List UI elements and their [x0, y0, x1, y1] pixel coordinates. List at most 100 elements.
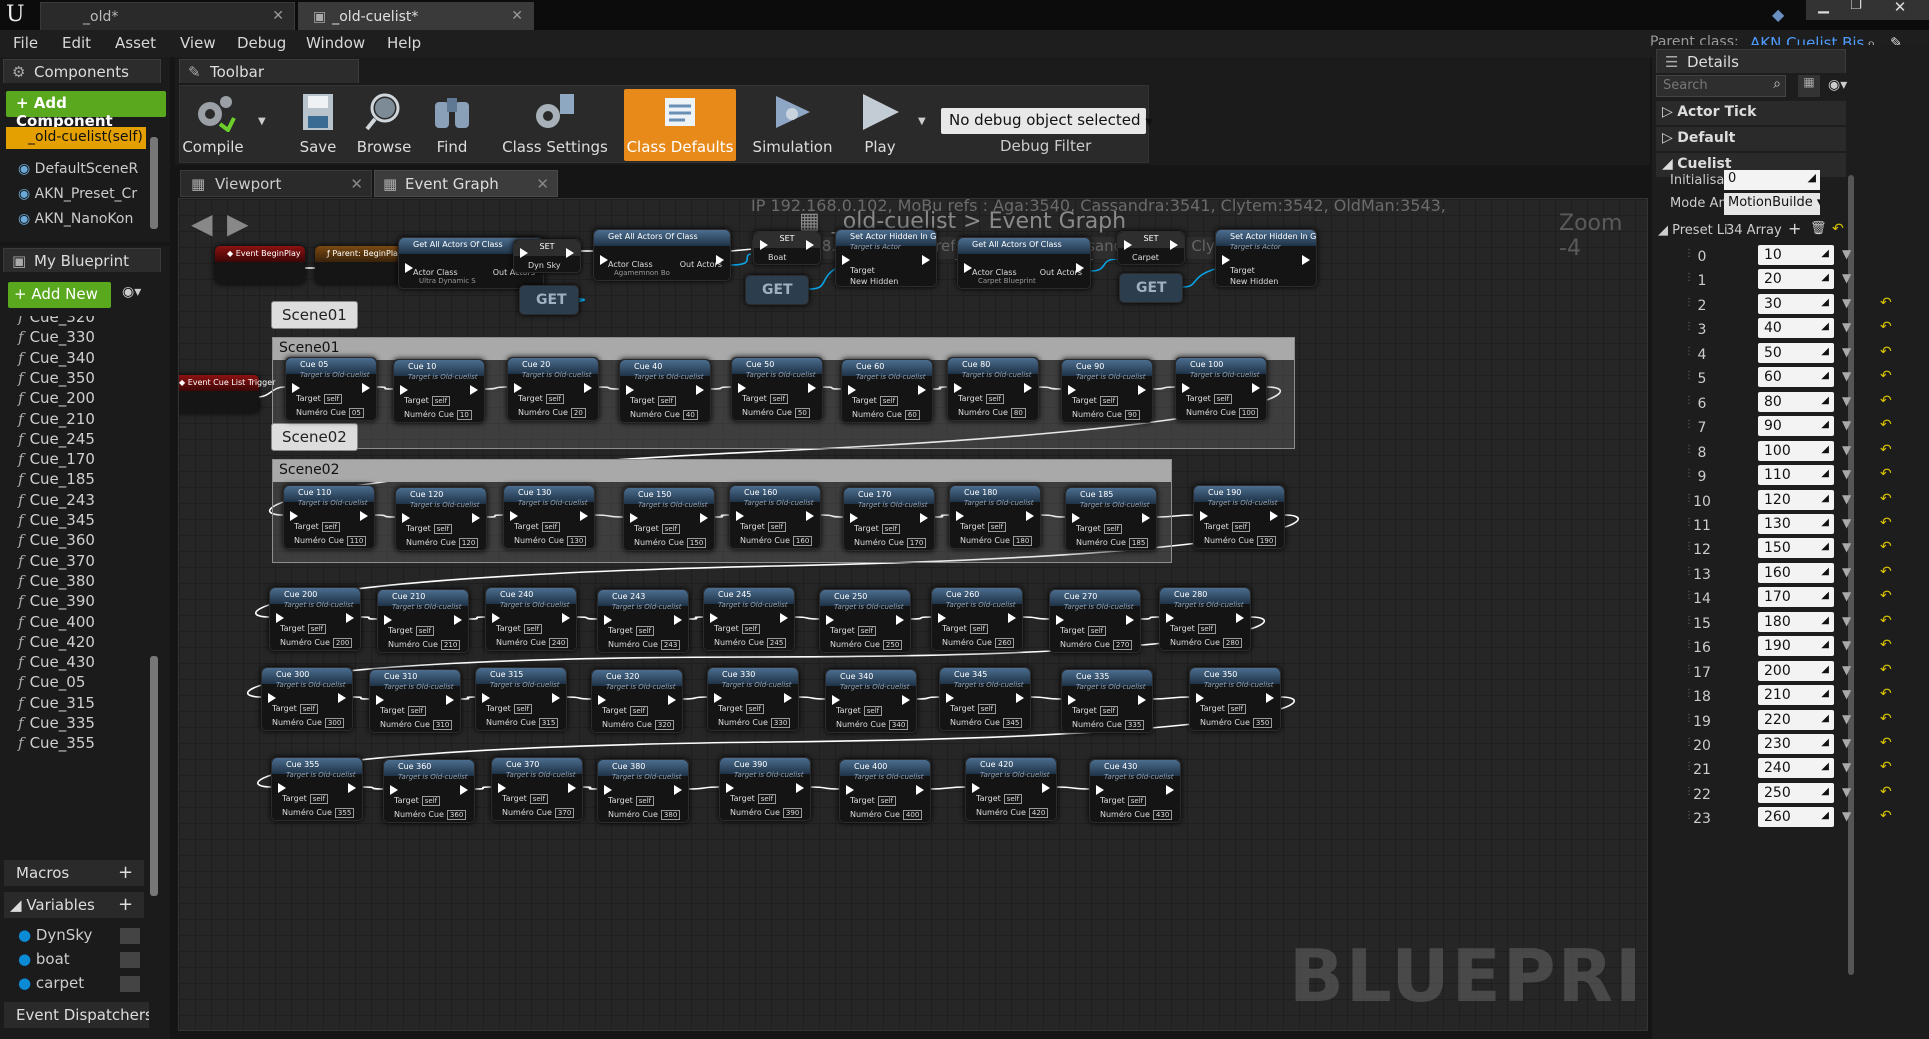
cue-20-node[interactable]: Cue 20 Target is Old-cuelist Target self Num… — [507, 357, 599, 421]
exec-in-pin[interactable] — [390, 785, 398, 795]
reset-icon[interactable]: ↶ — [1880, 613, 1892, 629]
target-pin[interactable]: Target self — [496, 624, 543, 634]
exec-out-pin[interactable] — [920, 513, 928, 523]
preset-element-row[interactable]: ⋮ 21 240 ◢ ▼ ↶ — [1682, 758, 1927, 782]
cue-number-pin[interactable]: Numéro Cue 270 — [1060, 640, 1133, 650]
exec-out-pin[interactable] — [1126, 615, 1134, 625]
cue-number-pin[interactable]: Numéro Cue 90 — [1072, 410, 1140, 420]
cue-number-pin[interactable]: Numéro Cue 120 — [406, 538, 479, 548]
cue-300-node[interactable]: Cue 300 Target is Old-cuelist Target self Nu… — [261, 667, 353, 731]
exec-out-pin[interactable] — [454, 615, 462, 625]
element-value-field[interactable]: 60 ◢ — [1758, 367, 1834, 388]
element-value-field[interactable]: 80 ◢ — [1758, 391, 1834, 412]
cue-380-node[interactable]: Cue 380 Target is Old-cuelist Target self Nu… — [597, 759, 689, 823]
exec-in-pin[interactable] — [1182, 383, 1190, 393]
play-button[interactable]: Play — [845, 92, 915, 158]
exec-in-pin[interactable] — [292, 383, 300, 393]
element-value-field[interactable]: 210 ◢ — [1758, 685, 1834, 706]
preset-element-row[interactable]: ⋮ 6 80 ◢ ▼ ↶ — [1682, 391, 1927, 416]
exec-in-pin[interactable] — [846, 785, 854, 795]
exec-out-pin[interactable] — [562, 613, 570, 623]
target-pin[interactable]: Target self — [1076, 524, 1123, 534]
cue-90-node[interactable]: Cue 90 Target is Old-cuelist Target self Num… — [1061, 359, 1153, 423]
exec-out-pin[interactable] — [1008, 613, 1016, 623]
exec-in-pin[interactable] — [376, 695, 384, 705]
exec-out-pin[interactable] — [1236, 613, 1244, 623]
preset-element-row[interactable]: ⋮ 16 190 ◢ ▼ ↶ — [1682, 636, 1927, 660]
function-item[interactable]: f Cue_380 — [18, 572, 95, 590]
element-value-field[interactable]: 240 ◢ — [1758, 758, 1834, 779]
function-item[interactable]: f Cue_345 — [18, 511, 95, 529]
reset-icon[interactable]: ↶ — [1880, 319, 1892, 335]
reset-icon[interactable]: ↶ — [1880, 442, 1892, 458]
cue-number-pin[interactable]: Numéro Cue 20 — [518, 408, 586, 418]
target-pin[interactable]: Target self — [296, 394, 343, 404]
cue-310-node[interactable]: Cue 310 Target is Old-cuelist Target self Nu… — [369, 669, 461, 733]
variable-item[interactable]: ● boat — [18, 950, 70, 968]
exec-in-pin[interactable] — [604, 785, 612, 795]
event-beginplay-node[interactable]: ◆ Event BeginPlay — [215, 246, 305, 284]
cue-number-pin[interactable]: Numéro Cue 335 — [1072, 720, 1145, 730]
reset-icon[interactable]: ↶ — [1832, 221, 1844, 237]
exec-in-pin[interactable] — [482, 693, 490, 703]
chevron-down-icon[interactable]: ▼ — [1842, 614, 1851, 628]
target-pin[interactable]: Target self — [976, 794, 1023, 804]
function-item[interactable]: f Cue_430 — [18, 653, 95, 671]
element-value-field[interactable]: 130 ◢ — [1758, 513, 1834, 534]
cue-number-pin[interactable]: Numéro Cue 130 — [514, 536, 587, 546]
target-pin[interactable]: Target self — [406, 524, 453, 534]
exec-out-pin[interactable] — [1266, 693, 1274, 703]
exec-in-pin[interactable] — [954, 383, 962, 393]
exec-out-pin[interactable] — [674, 615, 682, 625]
preset-element-row[interactable]: ⋮ 14 170 ◢ ▼ ↶ — [1682, 587, 1927, 611]
element-value-field[interactable]: 190 ◢ — [1758, 636, 1834, 657]
play-options-chevron[interactable]: ▼ — [918, 116, 926, 127]
cue-400-node[interactable]: Cue 400 Target is Old-cuelist Target self Nu… — [839, 759, 931, 823]
back-arrow-icon[interactable]: ◀ — [191, 207, 213, 240]
exec-in-pin[interactable] — [498, 783, 506, 793]
exec-in-pin[interactable] — [850, 513, 858, 523]
element-value-field[interactable]: 180 ◢ — [1758, 611, 1834, 632]
exec-out-pin[interactable] — [360, 511, 368, 521]
cue-210-node[interactable]: Cue 210 Target is Old-cuelist Target self Nu… — [377, 589, 469, 653]
chevron-down-icon[interactable]: ▼ — [1842, 394, 1851, 408]
chevron-down-icon[interactable]: ▼ — [1842, 687, 1851, 701]
element-value-field[interactable]: 230 ◢ — [1758, 734, 1834, 754]
cue-number-pin[interactable]: Numéro Cue 340 — [836, 720, 909, 730]
cue-345-node[interactable]: Cue 345 Target is Old-cuelist Target self Nu… — [939, 667, 1031, 731]
chevron-down-icon[interactable]: ▼ — [1842, 345, 1851, 359]
reset-icon[interactable]: ↶ — [1880, 515, 1892, 531]
exec-out-pin[interactable] — [700, 513, 708, 523]
preset-element-row[interactable]: ⋮ 20 230 ◢ ▼ ↶ — [1682, 734, 1927, 758]
reset-icon[interactable]: ↶ — [1880, 393, 1892, 409]
exec-out-pin[interactable] — [1026, 511, 1034, 521]
chevron-down-icon[interactable]: ▼ — [1842, 271, 1851, 285]
preset-element-row[interactable]: ⋮ 12 150 ◢ ▼ ↶ — [1682, 538, 1927, 562]
component-item[interactable]: ◉ AKN_NanoKon — [18, 211, 133, 227]
reset-icon[interactable]: ↶ — [1880, 784, 1892, 800]
element-value-field[interactable]: 20 ◢ — [1758, 269, 1834, 290]
exec-in-pin[interactable] — [492, 613, 500, 623]
function-item[interactable]: f Cue_370 — [18, 552, 95, 570]
cue-350-node[interactable]: Cue 350 Target is Old-cuelist Target self Nu… — [1189, 667, 1281, 731]
element-value-field[interactable]: 250 ◢ — [1758, 782, 1834, 803]
function-item[interactable]: f Cue_420 — [18, 633, 95, 651]
details-search-input[interactable]: Search ⌕ — [1656, 75, 1786, 97]
target-pin[interactable]: Target self — [942, 624, 989, 634]
preset-element-row[interactable]: ⋮ 18 210 ◢ ▼ ↶ — [1682, 685, 1927, 709]
cue-number-pin[interactable]: Numéro Cue 350 — [1200, 718, 1273, 728]
menu-help[interactable]: Help — [387, 34, 421, 52]
function-item[interactable]: f Cue_185 — [18, 470, 95, 488]
cue-number-pin[interactable]: Numéro Cue 320 — [602, 720, 675, 730]
cue-160-node[interactable]: Cue 160 Target is Old-cuelist Target self Nu… — [729, 485, 821, 549]
exec-in-pin[interactable] — [598, 695, 606, 705]
cue-number-pin[interactable]: Numéro Cue 250 — [830, 640, 903, 650]
cue-number-pin[interactable]: Numéro Cue 355 — [282, 808, 355, 818]
maximize-button[interactable]: ❐ — [1841, 0, 1871, 20]
exec-in-pin[interactable] — [1068, 385, 1076, 395]
target-pin[interactable]: Target self — [1186, 394, 1233, 404]
element-value-field[interactable]: 90 ◢ — [1758, 416, 1834, 437]
cue-number-pin[interactable]: Numéro Cue 390 — [730, 808, 803, 818]
preset-element-row[interactable]: ⋮ 17 200 ◢ ▼ ↶ — [1682, 660, 1927, 685]
cue-number-pin[interactable]: Numéro Cue 60 — [852, 410, 920, 420]
